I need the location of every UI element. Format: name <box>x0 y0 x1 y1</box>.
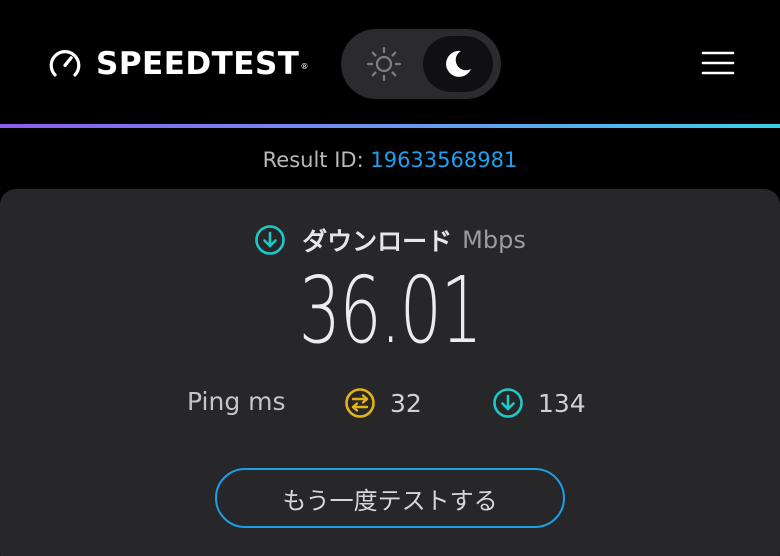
dark-theme-option[interactable] <box>423 36 493 92</box>
logo-wordmark: SPEEDTEST <box>96 46 300 82</box>
download-header: ダウンロード Mbps <box>0 223 780 257</box>
speedtest-result-page: SPEEDTEST ® Result ID: 19633568981 ダウンロー… <box>0 0 780 556</box>
speedtest-logo[interactable]: SPEEDTEST ® <box>46 44 308 84</box>
ping-download: 134 <box>492 383 586 423</box>
ping-download-value: 134 <box>538 388 586 418</box>
trademark-symbol: ® <box>300 61 309 71</box>
ping-idle-value: 32 <box>390 388 422 418</box>
light-theme-option[interactable] <box>357 37 411 91</box>
moon-icon <box>446 50 471 77</box>
header-divider <box>0 124 780 128</box>
speedometer-icon <box>49 50 81 77</box>
hamburger-menu-icon[interactable] <box>700 48 736 78</box>
ping-download-icon <box>493 388 523 418</box>
download-unit: Mbps <box>462 226 526 254</box>
ping-idle: 32 <box>344 383 422 423</box>
result-card: ダウンロード Mbps 36.01 Ping ms 32 134 もう一度テスト… <box>0 189 780 556</box>
result-id-label: Result ID: <box>262 148 371 172</box>
result-id-link[interactable]: 19633568981 <box>370 148 517 172</box>
download-label: ダウンロード <box>302 227 453 256</box>
retest-button[interactable]: もう一度テストする <box>215 468 565 528</box>
download-speed-value: 36.01 <box>298 257 483 364</box>
result-id-row: Result ID: 19633568981 <box>0 148 780 172</box>
ping-idle-icon <box>345 388 375 418</box>
sun-icon <box>366 46 402 82</box>
download-arrow-icon <box>255 225 285 255</box>
app-header: SPEEDTEST ® <box>0 0 780 126</box>
theme-toggle[interactable] <box>341 29 501 99</box>
ping-label: Ping ms <box>187 387 286 416</box>
ping-row: Ping ms 32 134 <box>0 383 780 423</box>
